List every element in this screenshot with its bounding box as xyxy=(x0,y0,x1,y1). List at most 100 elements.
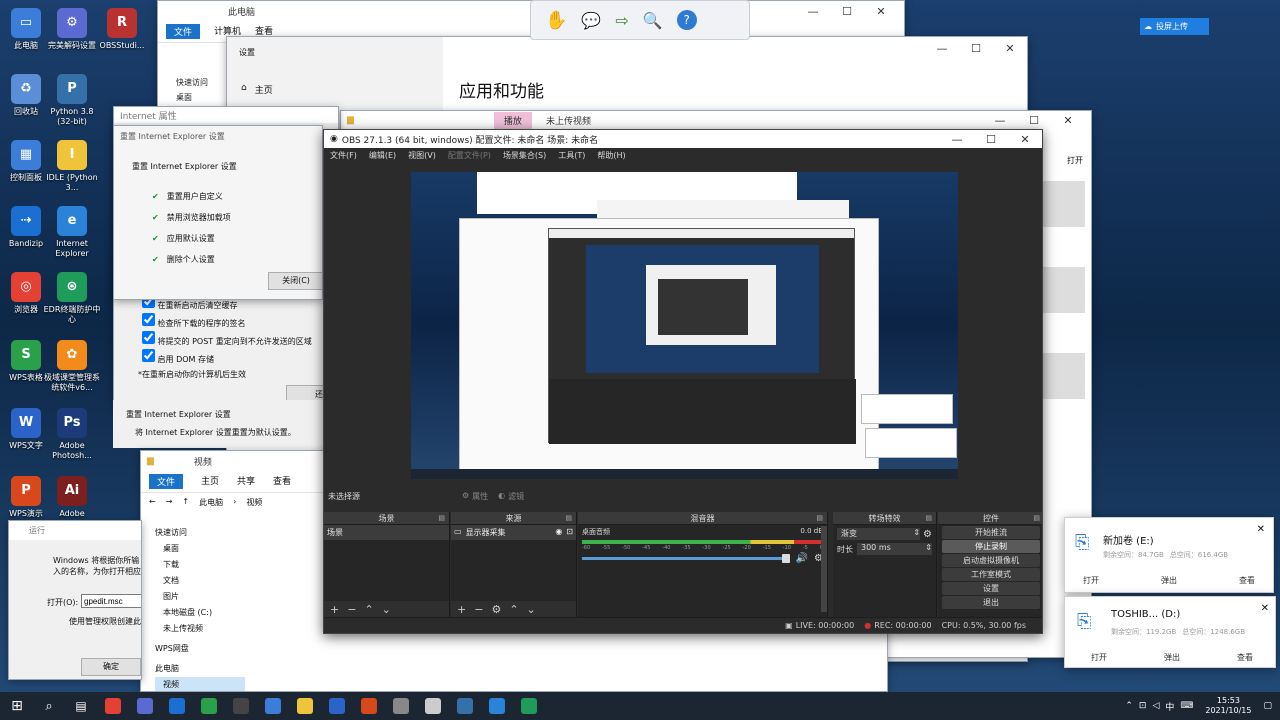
usb-notification-e[interactable]: ⎘ 新加卷 (E:) 剩余空间：84.7GB 总空间：616.4GB ✕ 打开 … xyxy=(1064,517,1274,593)
run-dialog[interactable]: 运行 Windows 将根据你所输入的名称，为你打开相应的程序、文件夹、文档或 … xyxy=(8,520,142,680)
help-icon[interactable]: ? xyxy=(676,10,697,30)
tab-file[interactable]: 文件 xyxy=(166,24,201,39)
move-up-icon[interactable]: ⌃ xyxy=(509,603,518,616)
properties-button[interactable]: ⚙ 属性 xyxy=(462,491,488,502)
stop-recording-button[interactable]: 停止录制 xyxy=(942,540,1040,553)
tab-view[interactable]: 查看 xyxy=(273,474,291,489)
clock[interactable]: 15:53 2021/10/15 xyxy=(1205,696,1251,716)
remove-icon[interactable]: − xyxy=(474,603,483,616)
desktop-icon[interactable]: ✿ 极域课堂管理系统软件v6... xyxy=(42,340,102,393)
ime-indicator[interactable]: 中 xyxy=(1165,700,1174,713)
studio-mode-button[interactable]: 工作室模式 xyxy=(942,568,1040,581)
open-drive-link[interactable]: 打开 xyxy=(1083,575,1099,586)
close-icon[interactable]: ✕ xyxy=(1257,524,1265,535)
nav-item[interactable]: WPS网盘 xyxy=(155,641,245,657)
maximize-button[interactable]: ☐ xyxy=(974,130,1008,150)
nav-item[interactable]: 桌面 xyxy=(155,541,245,557)
start-virtual-camera-button[interactable]: 启动虚拟摄像机 xyxy=(942,554,1040,567)
close-button[interactable]: ✕ xyxy=(864,1,898,22)
close-icon[interactable]: ✕ xyxy=(1261,603,1269,614)
bandizip-icon[interactable] xyxy=(164,693,190,719)
obs-titlebar[interactable]: ◉ OBS 27.1.3 (64 bit, windows) 配置文件: 未命名… xyxy=(324,130,1042,148)
close-button[interactable]: ✕ xyxy=(993,37,1027,59)
run-ok-button[interactable]: 确定 xyxy=(81,658,141,676)
mixer-scrollbar[interactable] xyxy=(821,526,827,612)
nav-item[interactable]: 下载 xyxy=(155,557,245,573)
breadcrumb-videos[interactable]: 视频 xyxy=(246,497,262,508)
chevron-up-icon[interactable]: ⌃ xyxy=(1125,701,1133,711)
close-button[interactable]: ✕ xyxy=(1008,130,1042,150)
media-icon[interactable] xyxy=(452,693,478,719)
add-icon[interactable]: + xyxy=(330,603,339,616)
minimize-button[interactable]: — xyxy=(940,130,974,150)
search-icon[interactable]: ⌕ xyxy=(36,693,62,719)
maximize-button[interactable]: ☐ xyxy=(1017,111,1051,131)
maximize-button[interactable]: ☐ xyxy=(959,37,993,59)
ie-reset-dialog[interactable]: 重置 Internet Explorer 设置 重置 Internet Expl… xyxy=(113,125,323,300)
start-streaming-button[interactable]: 开始推流 xyxy=(942,526,1040,539)
open-drive-link[interactable]: 打开 xyxy=(1091,652,1107,663)
wps-sheet-icon[interactable] xyxy=(196,693,222,719)
speaker-icon[interactable]: 🔊 xyxy=(796,553,808,564)
input-method-icon[interactable]: ⌨ xyxy=(1180,701,1193,711)
app-icon[interactable] xyxy=(516,693,542,719)
task-view-icon[interactable]: ▤ xyxy=(68,693,94,719)
obs-preview[interactable] xyxy=(411,172,958,479)
source-item[interactable]: ▭ 显示器采集 ◉ ⊡ xyxy=(451,525,576,540)
menu-tools[interactable]: 工具(T) xyxy=(558,150,585,161)
close-button[interactable]: ✕ xyxy=(1051,111,1085,131)
menu-edit[interactable]: 编辑(E) xyxy=(369,150,396,161)
menu-file[interactable]: 文件(F) xyxy=(330,150,357,161)
cloud-upload-button[interactable]: ☁ 投屏上传 xyxy=(1140,18,1209,35)
minimize-button[interactable]: — xyxy=(983,111,1017,131)
up-icon[interactable]: ↑ xyxy=(182,497,189,508)
transition-select[interactable]: 渐变 ⇕ xyxy=(837,528,921,540)
open-link[interactable]: 打开 xyxy=(1067,155,1083,166)
view-drive-link[interactable]: 查看 xyxy=(1237,652,1253,663)
menu-scene-collection[interactable]: 场景集合(S) xyxy=(503,150,546,161)
eject-drive-link[interactable]: 弹出 xyxy=(1161,575,1177,586)
breadcrumb-this-pc[interactable]: 此电脑 xyxy=(199,497,223,508)
desktop-icon[interactable]: P Python 3.8 (32-bit) xyxy=(42,74,102,127)
scene-item[interactable]: 场景 xyxy=(324,525,449,540)
export-icon[interactable]: ⇨ xyxy=(615,11,628,30)
minimize-button[interactable]: — xyxy=(925,37,959,59)
settings-home-link[interactable]: 主页 xyxy=(255,83,273,96)
desktop-icon[interactable]: R OBSStudi... xyxy=(92,8,152,51)
menu-view[interactable]: 视图(V) xyxy=(408,150,436,161)
tab-play[interactable]: 播放 xyxy=(493,111,532,129)
close-dialog-button[interactable]: 关闭(C) xyxy=(268,272,322,290)
lock-icon[interactable]: ⊡ xyxy=(566,527,573,538)
wps-writer-icon[interactable] xyxy=(324,693,350,719)
desktop-icon[interactable]: Ai Adobe xyxy=(42,476,102,519)
nav-item[interactable]: 文档 xyxy=(155,573,245,589)
nav-item[interactable]: 未上传视频 xyxy=(155,621,245,637)
move-down-icon[interactable]: ⌄ xyxy=(382,603,391,616)
forward-icon[interactable]: → xyxy=(166,497,173,508)
back-icon[interactable]: ← xyxy=(149,497,156,508)
dock-menu-icon[interactable]: ▤ xyxy=(1033,514,1040,522)
nav-quick-access[interactable]: 快速访问 xyxy=(176,77,208,88)
gear-icon[interactable]: ⚙ xyxy=(923,529,932,540)
menu-help[interactable]: 帮助(H) xyxy=(597,150,625,161)
desktop-icon[interactable]: Ps Adobe Photosh... xyxy=(42,408,102,461)
volume-slider-handle[interactable] xyxy=(781,554,790,563)
eye-icon[interactable]: ◉ xyxy=(555,527,562,538)
vmware-icon[interactable] xyxy=(132,693,158,719)
duration-input[interactable]: 300 ms ⇕ xyxy=(857,543,932,555)
menu-profile[interactable]: 配置文件(P) xyxy=(448,150,491,161)
nav-item[interactable]: 视频 xyxy=(155,677,245,691)
pinned-icon[interactable] xyxy=(260,693,286,719)
nav-item[interactable]: 图片 xyxy=(155,589,245,605)
chrome-icon[interactable] xyxy=(100,693,126,719)
folder-icon[interactable] xyxy=(292,693,318,719)
comment-icon[interactable]: 💬 xyxy=(581,11,601,30)
option-checkbox[interactable] xyxy=(142,349,155,362)
nav-item[interactable]: 本地磁盘 (C:) xyxy=(155,605,245,621)
dock-menu-icon[interactable]: ▤ xyxy=(925,514,932,522)
add-icon[interactable]: + xyxy=(457,603,466,616)
settings-button[interactable]: 设置 xyxy=(942,582,1040,595)
dock-menu-icon[interactable]: ▤ xyxy=(438,514,445,522)
nav-item[interactable]: 此电脑 xyxy=(155,661,245,677)
obs-window[interactable]: ◉ OBS 27.1.3 (64 bit, windows) 配置文件: 未命名… xyxy=(323,129,1043,634)
